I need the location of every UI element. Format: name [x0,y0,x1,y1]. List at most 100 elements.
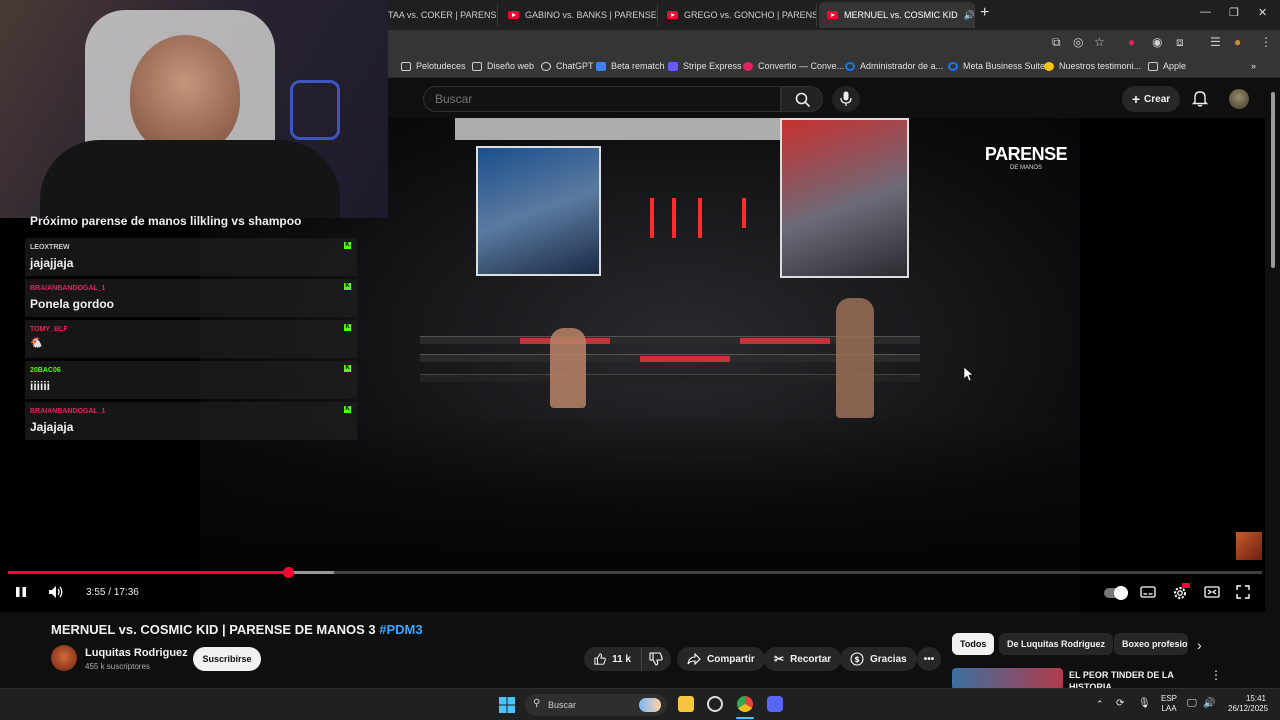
windows-start-button[interactable] [499,697,515,713]
taskbar-search[interactable]: ⚲ Buscar [525,694,667,716]
close-window-button[interactable]: ✕ [1258,6,1267,19]
notifications-button[interactable] [1191,90,1209,112]
bookmark-item[interactable]: Stripe Express [668,61,742,71]
share-button[interactable]: Compartir [677,647,765,671]
new-tab-button[interactable]: + [980,4,989,22]
microphone-icon[interactable]: 🎙 [1138,698,1151,709]
chat-message: BRAIANBANDOGAL_1 Ponela gordoo K [25,279,357,317]
chatgpt-icon [541,61,551,71]
language-indicator[interactable]: ESP LAA [1161,694,1177,714]
tab-label: MERNUEL vs. COSMIC KID [844,10,958,20]
keyboard-layout: LAA [1161,704,1177,713]
discord-icon[interactable] [767,696,783,712]
clock[interactable]: 15:41 26/12/2025 [1228,694,1268,714]
bookmark-item[interactable]: Pelotudeces [401,61,466,71]
search-input[interactable] [424,87,780,111]
pause-button[interactable] [14,585,28,602]
bookmark-item[interactable]: Beta rematch [596,61,665,71]
hashtag-link[interactable]: #PDM3 [379,622,422,637]
channel-avatar[interactable] [51,645,77,671]
browser-tab[interactable]: GREGO vs. GONCHO | PARENSE ✕ [659,4,817,26]
like-button[interactable]: 11 k [584,647,641,671]
volume-icon[interactable]: 🔊 [1203,698,1215,709]
settings-button[interactable] [1172,583,1190,604]
search-button[interactable] [781,86,823,112]
record-extension-icon[interactable]: ◉ [1152,35,1162,49]
fullscreen-button[interactable] [1236,585,1250,602]
volume-button[interactable] [48,585,64,602]
browser-tab-active[interactable]: MERNUEL vs. COSMIC KID 🔊 ✕ [819,2,975,28]
dislike-button[interactable] [641,647,671,671]
windows-taskbar: ⚲ Buscar ⌃ ⟳ 🎙 ESP LAA 🖵 🔊 15:41 26/12/2… [0,688,1280,720]
scrollbar-thumb[interactable] [1271,92,1275,268]
puzzle-icon[interactable]: ⧈ [1176,35,1184,50]
taskbar-search-label: Buscar [548,700,577,710]
chip-boxing[interactable]: Boxeo profesio [1114,633,1188,655]
file-explorer-icon[interactable] [678,696,694,712]
page-scrollbar[interactable] [1266,78,1280,612]
crowd [200,418,1080,612]
chat-message: TOMY_BLF 🐔 K [25,320,357,358]
minimize-button[interactable]: — [1200,6,1211,18]
chat-message: 20BAC06 iiiiii K [25,361,357,399]
app-icon[interactable] [707,696,723,712]
account-avatar[interactable] [1229,89,1249,109]
bookmark-item[interactable]: ChatGPT [541,61,594,71]
bookmark-label: Stripe Express [683,61,742,71]
recommended-video-thumbnail[interactable] [952,668,1063,690]
youtube-favicon-icon [508,11,519,19]
profile-icon[interactable]: ● [1234,35,1241,49]
kick-icon: K [344,406,351,413]
more-vert-icon[interactable]: ⋮ [1260,35,1272,49]
bookmark-item[interactable]: Diseño web [472,61,534,71]
more-vert-icon[interactable]: ⋮ [1210,668,1222,682]
reading-list-icon[interactable]: ☰ [1210,35,1221,49]
more-bookmarks-button[interactable]: » [1251,61,1256,71]
chevron-up-icon[interactable]: ⌃ [1096,699,1104,710]
video-title: MERNUEL vs. COSMIC KID | PARENSE DE MANO… [51,622,423,637]
super-thanks-icon: $ [850,652,864,666]
stage-screen [455,118,805,140]
scrubber-handle[interactable] [282,567,294,578]
chip-all[interactable]: Todos [952,633,995,655]
clip-button[interactable]: ✂ Recortar [764,647,842,671]
bookmark-item[interactable]: Meta Business Suite [948,61,1045,71]
search-icon [795,92,811,108]
chevron-right-icon[interactable]: › [1197,637,1202,653]
search-box[interactable] [423,86,781,112]
restore-button[interactable]: ❐ [1229,6,1239,19]
thanks-button[interactable]: $ Gracias [840,647,917,671]
chat-username: BRAIANBANDOGAL_1 [30,408,106,415]
progress-bar[interactable] [8,567,1262,578]
bookmark-star-icon[interactable]: ☆ [1094,35,1105,49]
bookmark-label: Meta Business Suite [963,61,1046,71]
sync-icon[interactable]: ⟳ [1116,698,1124,709]
speaker-icon[interactable]: 🔊 [964,10,974,21]
network-icon[interactable]: 🖵 [1187,698,1197,709]
create-button[interactable]: + Crear [1122,86,1180,112]
autoplay-toggle[interactable] [1104,586,1128,600]
channel-name[interactable]: Luquitas Rodriguez [85,647,188,659]
channel-watermark: PARENSE DE MANOS [983,144,1069,186]
bookmark-label: Diseño web [487,61,535,71]
subscribe-button[interactable]: Suscribirse [193,647,261,671]
theater-mode-button[interactable] [1204,585,1220,602]
share-icon [687,653,701,665]
chip-from-channel[interactable]: De Luquitas Rodriguez [999,633,1114,655]
bookmark-item[interactable]: Nuestros testimoni... [1044,61,1141,71]
channel-branding-thumb[interactable] [1236,532,1262,560]
bookmark-item[interactable]: Administrador de a... [845,61,943,71]
chat-username: TOMY_BLF [30,326,68,333]
browser-tab[interactable]: TAA vs. COKER | PARENSE ✕ [380,4,498,26]
voice-search-button[interactable] [832,86,860,112]
subtitles-button[interactable] [1140,585,1156,602]
install-app-icon[interactable]: ⧉ [1052,35,1061,50]
bookmark-item[interactable]: Apple [1148,61,1186,71]
browser-tab[interactable]: GABINO vs. BANKS | PARENSE D ✕ [500,4,658,26]
bookmark-item[interactable]: Convertio — Conve... [743,61,844,71]
extension-icon[interactable]: ● [1128,35,1135,49]
chrome-icon[interactable] [737,696,753,712]
eye-off-icon[interactable]: ◎ [1073,35,1083,49]
more-actions-button[interactable]: ••• [917,647,941,671]
bookmark-label: Apple [1163,61,1187,71]
